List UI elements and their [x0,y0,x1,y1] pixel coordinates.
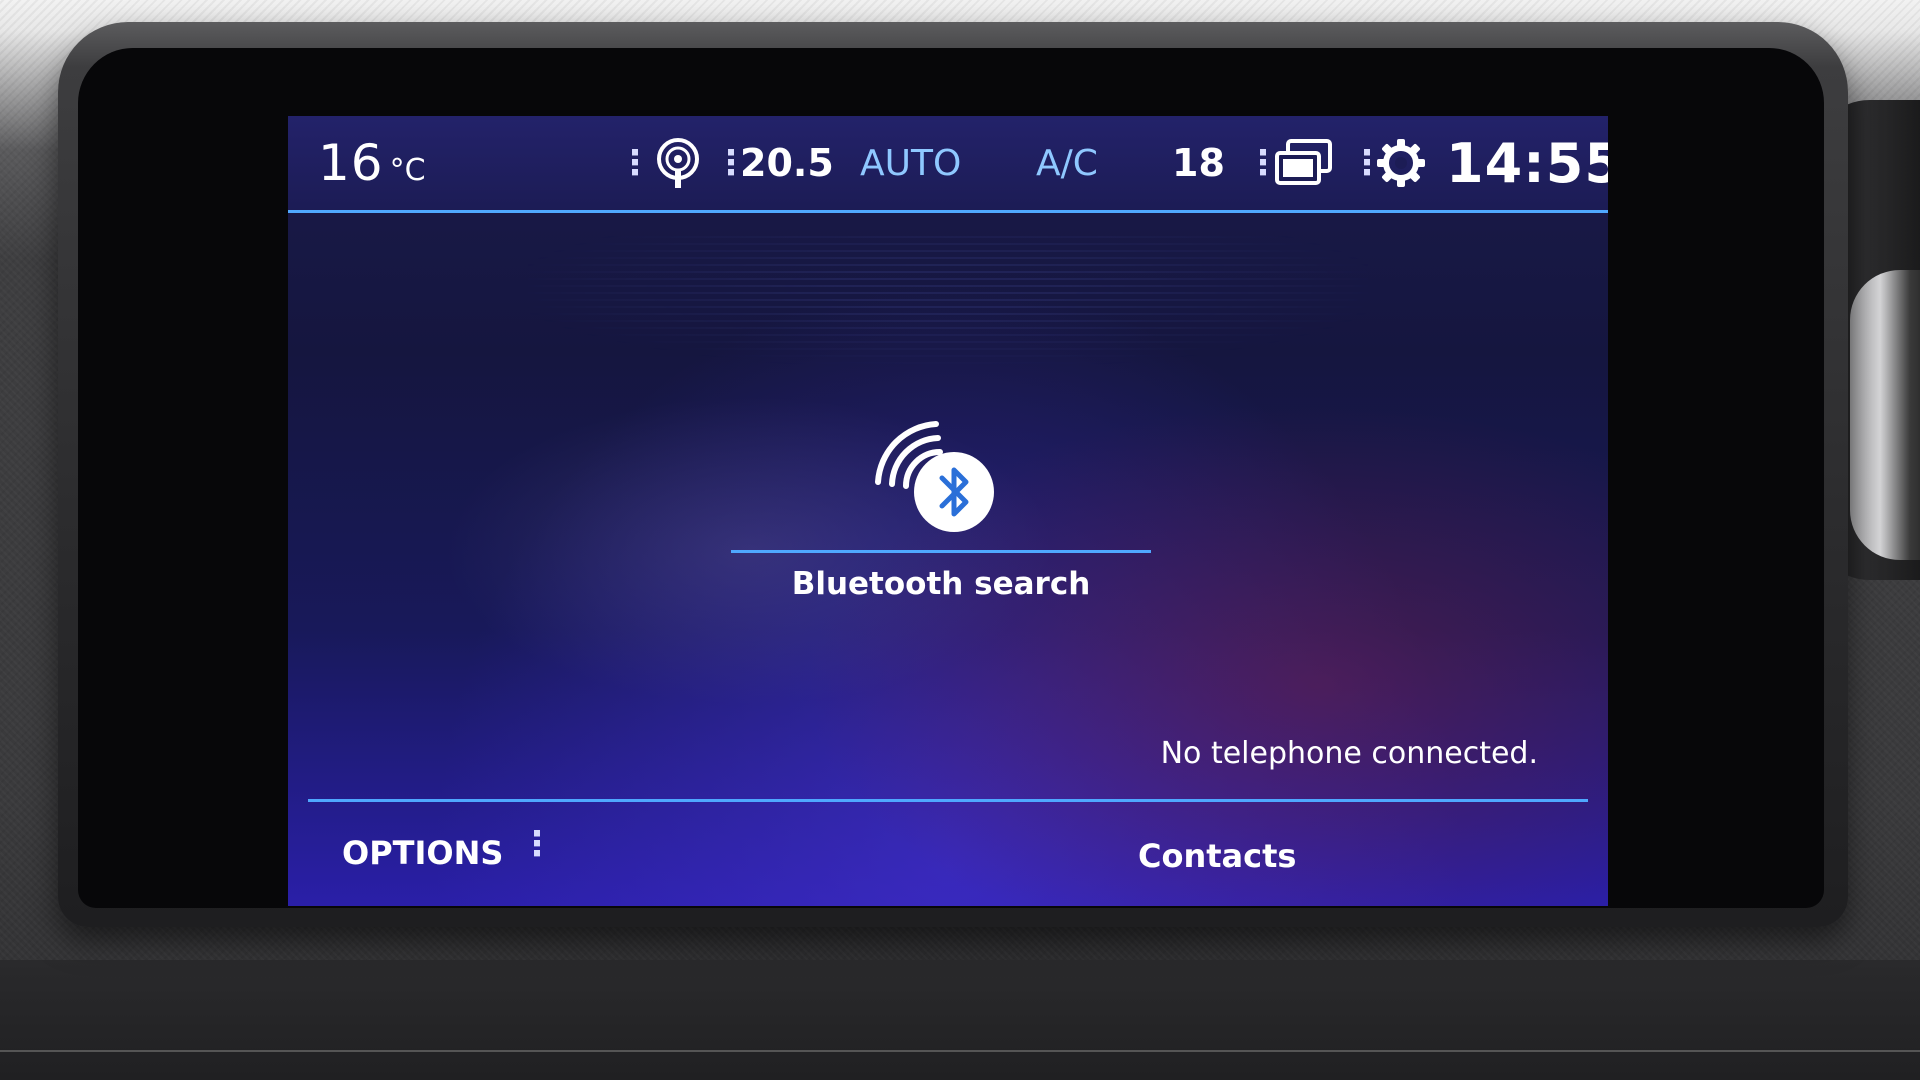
ac-button[interactable]: A/C [1036,116,1098,210]
clock: 14:55 [1446,131,1608,195]
options-button[interactable]: OPTIONS [342,828,503,878]
bluetooth-search-label[interactable]: Bluetooth search [731,566,1151,602]
bottom-bar-divider [308,799,1588,802]
background-scanlines [528,236,1368,366]
status-bar: 16 °C ⋮ ⋮ 20.5 AUTO A/C 18 ⋮ ⋮ 14:55 [288,116,1608,213]
fan-icon[interactable] [653,116,703,210]
passenger-temperature-setting[interactable]: 18 [1172,116,1225,210]
infotainment-screen: 16 °C ⋮ ⋮ 20.5 AUTO A/C 18 ⋮ ⋮ 14:55 Blu… [288,116,1608,906]
bluetooth-search-icon[interactable] [868,414,998,534]
connection-status: No telephone connected. [1160,736,1538,771]
outside-temp-value: 16 [318,134,384,192]
options-menu-dots-icon[interactable]: ⋮ [520,824,554,864]
search-divider [731,550,1151,553]
separator-dots: ⋮ [618,143,652,183]
cabin-temperature-setting[interactable]: 20.5 [740,116,834,210]
dashboard-trim-line [0,1050,1920,1052]
outside-temp-unit: °C [389,152,426,188]
outside-temperature: 16 °C [318,116,426,210]
contacts-button[interactable]: Contacts [1138,831,1296,881]
dashboard-trim [0,960,1920,1080]
climate-auto-button[interactable]: AUTO [860,116,961,210]
gear-icon[interactable] [1374,116,1428,210]
multi-screen-icon[interactable] [1272,116,1336,210]
air-vent-trim [1850,270,1920,560]
